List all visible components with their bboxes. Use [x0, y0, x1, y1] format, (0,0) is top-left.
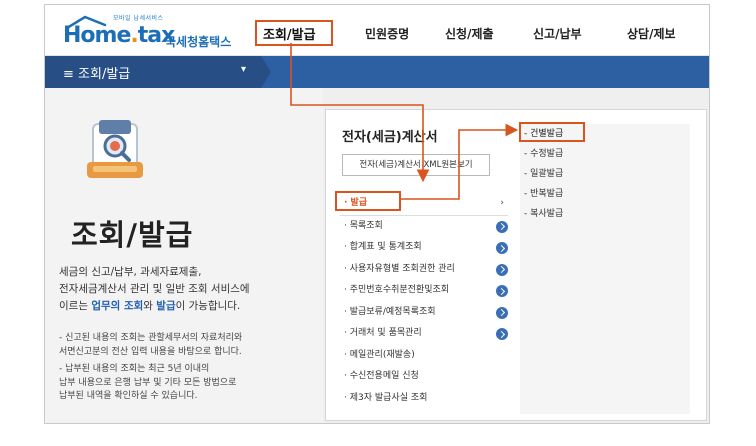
- page-frame: 모바일 납세서비스 Home.tax 국세청홈택스 조회/발급 민원증명 신청/…: [44, 4, 710, 424]
- connector-arrows: [290, 43, 519, 200]
